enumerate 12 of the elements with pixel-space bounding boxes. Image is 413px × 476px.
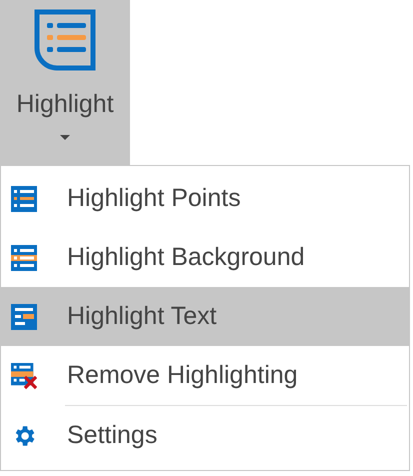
- menu-item[interactable]: Settings: [1, 406, 409, 465]
- list-icon: [11, 186, 37, 212]
- dropdown-caret-icon: [60, 135, 70, 141]
- list-icon: [11, 244, 37, 270]
- text-lines-icon: [11, 304, 37, 330]
- menu-item[interactable]: Remove Highlighting: [1, 346, 409, 405]
- menu-item[interactable]: Highlight Background: [1, 228, 409, 287]
- menu-item[interactable]: Highlight Text: [1, 287, 409, 346]
- highlight-ribbon-button[interactable]: Highlight: [0, 0, 130, 166]
- list-remove-icon: [11, 362, 37, 390]
- list-icon: [33, 8, 97, 72]
- menu-item[interactable]: Highlight Points: [1, 169, 409, 228]
